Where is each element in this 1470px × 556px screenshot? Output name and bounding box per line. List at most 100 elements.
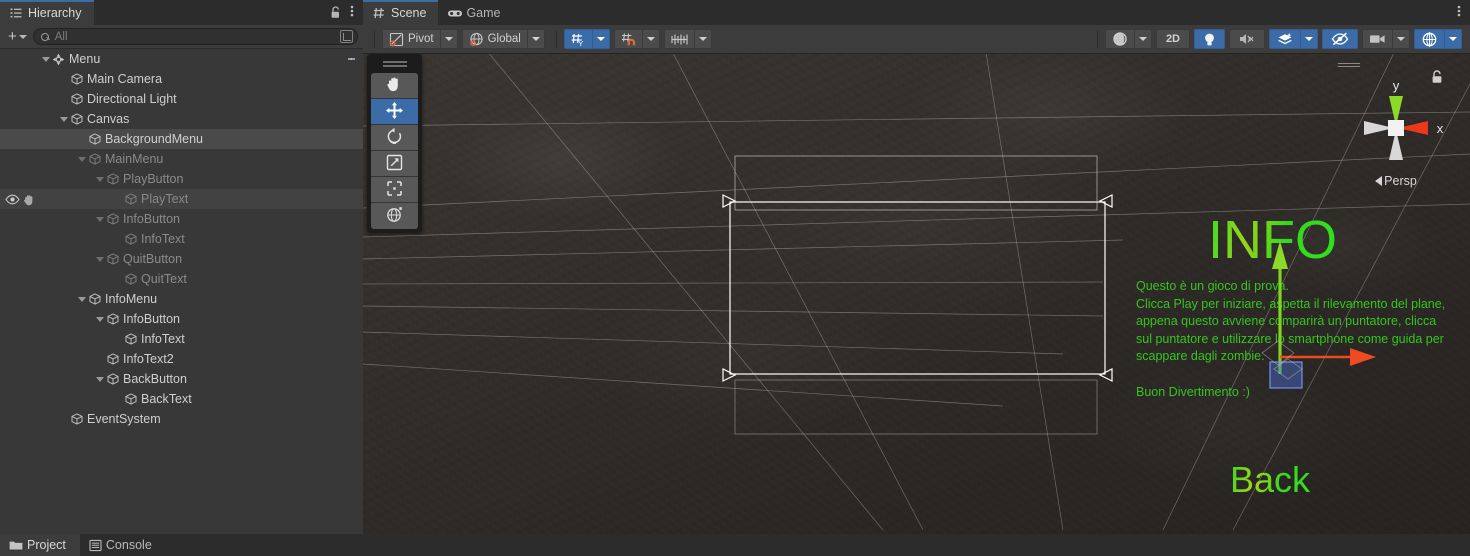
unity-prefab-icon	[51, 53, 66, 66]
foldout-open-icon[interactable]	[76, 297, 87, 302]
transform-tool-button[interactable]	[371, 203, 418, 229]
chevron-down-icon	[1449, 37, 1457, 41]
foldout-open-icon[interactable]	[94, 317, 105, 322]
expand-search-icon[interactable]	[340, 30, 353, 43]
pivot-mode-dropdown[interactable]	[439, 29, 458, 49]
kebab-menu-icon[interactable]	[350, 4, 354, 21]
increment-snap-button[interactable]	[663, 29, 694, 49]
hierarchy-row-infobutton[interactable]: InfoButton	[0, 209, 363, 229]
hierarchy-row-backgroundmenu[interactable]: BackgroundMenu	[0, 129, 363, 149]
scene-axis-gizmo[interactable]: y x	[1336, 68, 1456, 188]
hidden-objects-toggle-button[interactable]	[1322, 29, 1358, 49]
sphere-shading-icon	[1112, 31, 1128, 47]
handle-space-button[interactable]: Global	[461, 29, 527, 49]
scene-grid-icon	[372, 6, 386, 20]
scene-tabstrip: Scene Game	[363, 0, 1470, 25]
visibility-eye-icon[interactable]	[5, 194, 20, 205]
grid-axis-button[interactable]: Y	[563, 29, 592, 49]
gameobject-icon	[105, 173, 120, 185]
shading-mode-button[interactable]	[1104, 29, 1134, 49]
kebab-menu-icon[interactable]	[1457, 4, 1461, 21]
foldout-open-icon[interactable]	[94, 377, 105, 382]
grid-snap-button[interactable]	[613, 29, 642, 49]
hierarchy-row-infotext[interactable]: InfoText	[0, 229, 363, 249]
rect-tool-button[interactable]	[371, 177, 418, 203]
foldout-open-icon[interactable]	[76, 157, 87, 162]
hierarchy-row-label: QuitText	[141, 272, 187, 286]
gizmos-toggle-button[interactable]	[1414, 29, 1444, 49]
hierarchy-row-directional-light[interactable]: Directional Light	[0, 89, 363, 109]
scene-projection-mode[interactable]: Persp	[1336, 174, 1456, 188]
hierarchy-row-eventsystem[interactable]: EventSystem	[0, 409, 363, 429]
console-icon	[89, 539, 102, 552]
gameobject-icon	[69, 413, 84, 425]
tools-drag-handle[interactable]	[382, 59, 407, 69]
grid-axis-dropdown[interactable]	[591, 29, 610, 49]
hierarchy-search-field[interactable]: All	[32, 28, 358, 45]
foldout-open-icon[interactable]	[58, 117, 69, 122]
tab-game[interactable]: Game	[438, 0, 512, 25]
tab-project[interactable]: Project	[0, 534, 80, 556]
rotate-tool-button[interactable]	[371, 125, 418, 151]
foldout-open-icon[interactable]	[94, 217, 105, 222]
hierarchy-row-label: InfoText	[141, 332, 185, 346]
2d-toggle-button[interactable]: 2D	[1155, 29, 1190, 49]
scene-camera-button[interactable]	[1362, 29, 1392, 49]
audio-toggle-button[interactable]	[1229, 29, 1265, 49]
hierarchy-row-backtext[interactable]: BackText	[0, 389, 363, 409]
hierarchy-row-infotext2[interactable]: InfoText2	[0, 349, 363, 369]
chevron-down-icon	[444, 37, 453, 41]
gameobject-icon	[105, 353, 120, 365]
scene-camera-dropdown[interactable]	[1392, 29, 1410, 49]
hierarchy-row-mainmenu[interactable]: MainMenu	[0, 149, 363, 169]
scene-tab-actions	[1457, 0, 1470, 25]
projection-label: Persp	[1384, 174, 1417, 188]
lightbulb-icon	[1203, 32, 1216, 47]
hierarchy-tree[interactable]: Menu Main Camera Directional Light Canvas Ba…	[0, 49, 363, 534]
tab-console[interactable]: Console	[80, 534, 166, 556]
eye-slash-icon	[1331, 32, 1349, 46]
tab-scene[interactable]: Scene	[363, 0, 439, 25]
hierarchy-row-infotext[interactable]: InfoText	[0, 329, 363, 349]
hierarchy-row-menu[interactable]: Menu	[0, 49, 363, 69]
hierarchy-row-canvas[interactable]: Canvas	[0, 109, 363, 129]
lighting-toggle-button[interactable]	[1194, 29, 1225, 49]
hierarchy-row-quittext[interactable]: QuitText	[0, 269, 363, 289]
hierarchy-row-infomenu[interactable]: InfoMenu	[0, 289, 363, 309]
create-gameobject-button[interactable]: +	[5, 28, 30, 45]
tab-hierarchy[interactable]: Hierarchy	[0, 0, 94, 25]
foldout-open-icon[interactable]	[94, 257, 105, 262]
tab-game-label: Game	[466, 5, 501, 20]
gizmos-toggle-dropdown[interactable]	[1444, 29, 1462, 49]
move-tool-button[interactable]	[371, 99, 418, 125]
lock-icon[interactable]	[330, 6, 341, 19]
shading-mode-dropdown[interactable]	[1133, 29, 1152, 49]
foldout-open-icon[interactable]	[40, 57, 51, 62]
effects-toggle-dropdown[interactable]	[1300, 29, 1318, 49]
pickability-hand-icon[interactable]	[22, 193, 34, 206]
hierarchy-row-playtext[interactable]: PlayText	[0, 189, 363, 209]
hierarchy-row-label: Menu	[69, 52, 101, 66]
handle-space-dropdown[interactable]	[526, 29, 545, 49]
hierarchy-row-playbutton[interactable]: PlayButton	[0, 169, 363, 189]
row-kebab-menu-icon[interactable]	[347, 49, 355, 69]
hierarchy-row-quitbutton[interactable]: QuitButton	[0, 249, 363, 269]
increment-snap-dropdown[interactable]	[693, 29, 712, 49]
scene-viewport[interactable]: INFO Questo è un gioco di prova. Clicca …	[363, 54, 1470, 534]
hand-tool-button[interactable]	[371, 73, 418, 99]
foldout-open-icon[interactable]	[94, 177, 105, 182]
hierarchy-row-main-camera[interactable]: Main Camera	[0, 69, 363, 89]
chevron-down-icon	[531, 37, 540, 41]
hierarchy-row-infobutton[interactable]: InfoButton	[0, 309, 363, 329]
pivot-mode-button[interactable]: Pivot	[382, 29, 440, 49]
chevron-down-icon	[1138, 37, 1147, 41]
hierarchy-row-backbutton[interactable]: BackButton	[0, 369, 363, 389]
gameobject-icon	[123, 193, 138, 205]
effects-toggle-button[interactable]	[1269, 29, 1300, 49]
hierarchy-row-label: InfoText	[141, 232, 185, 246]
move-gizmo[interactable]	[1248, 229, 1378, 389]
scale-tool-button[interactable]	[371, 151, 418, 177]
grid-snap-dropdown[interactable]	[641, 29, 660, 49]
hand-icon	[385, 75, 404, 97]
pivot-mode-label: Pivot	[408, 33, 434, 45]
